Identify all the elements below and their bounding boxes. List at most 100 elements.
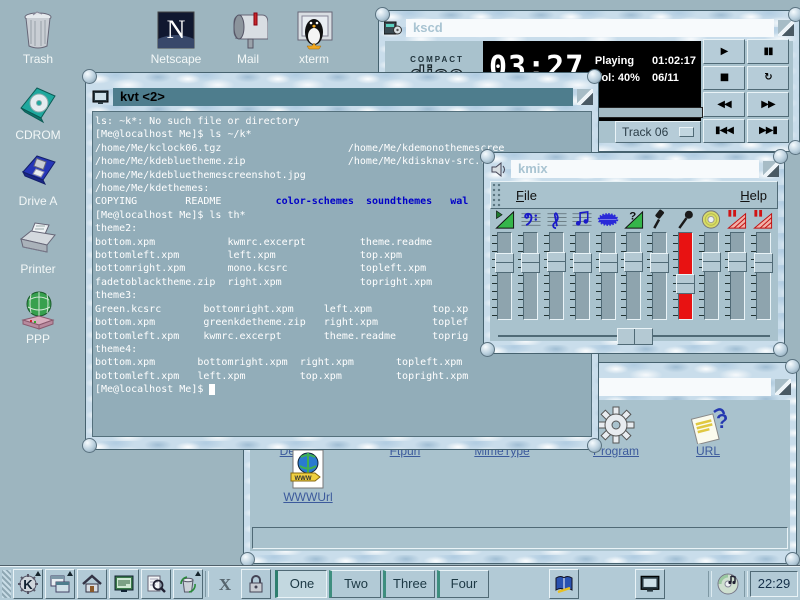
slider-handle[interactable] — [676, 274, 695, 294]
menu-arrow — [67, 571, 73, 576]
applications-button[interactable] — [109, 569, 139, 599]
slider-handle[interactable] — [495, 253, 514, 273]
balance-handle[interactable] — [617, 328, 653, 345]
kscd-title: kscd — [406, 19, 774, 37]
slider-handle[interactable] — [521, 253, 540, 273]
menu-file[interactable]: File — [506, 188, 547, 203]
pager-button-one[interactable]: One — [275, 570, 327, 598]
desktop-icon-mail[interactable]: Mail — [210, 10, 286, 66]
desktop-icon-ppp[interactable]: PPP — [0, 290, 76, 346]
volume-slider[interactable] — [678, 232, 693, 320]
terminal-icon — [640, 575, 660, 593]
mixer-channel: ? — [621, 209, 647, 321]
menubar-drag-handle[interactable] — [492, 183, 502, 207]
pager-button-three[interactable]: Three — [383, 570, 435, 598]
unknown-icon[interactable]: ? — [623, 209, 645, 230]
desktop-icon-netscape[interactable]: N Netscape — [138, 10, 214, 66]
rewind-button[interactable]: ◀◀ — [703, 92, 745, 117]
kfm-item-url[interactable]: ? URL — [668, 406, 748, 458]
pause-button[interactable]: ▮▮ — [747, 39, 789, 64]
find-icon — [145, 574, 167, 594]
terminal-icon — [91, 89, 109, 105]
desktop-icon-label: Netscape — [138, 52, 214, 66]
desktop-icon-drive-a[interactable]: Drive A — [0, 152, 76, 208]
terminal-line: bottom.xpm bottomright.xpm right.xpm top… — [95, 356, 589, 369]
plug-icon[interactable] — [649, 209, 671, 230]
kvt-titlebar[interactable]: kvt <2> — [86, 86, 598, 108]
svg-text:?: ? — [629, 211, 636, 223]
kvt-title: kvt <2> — [113, 88, 573, 106]
svg-text:N: N — [167, 15, 186, 44]
slider-handle[interactable] — [547, 252, 566, 272]
help-button[interactable] — [549, 569, 579, 599]
play-button[interactable]: ▶ — [703, 39, 745, 64]
volume-slider[interactable] — [575, 232, 590, 320]
synth-icon[interactable] — [597, 209, 619, 230]
treble-clef-icon[interactable] — [546, 209, 568, 230]
muted-icon[interactable] — [726, 209, 748, 230]
desktop-icon-label: PPP — [0, 332, 76, 346]
slider-handle[interactable] — [624, 252, 643, 272]
volume-slider[interactable] — [497, 232, 512, 320]
kscd-transport-buttons: ▶▮▮■↻◀◀▶▶▮◀◀▶▶▮ — [703, 39, 789, 143]
volume-slider[interactable] — [626, 232, 641, 320]
desktop-icon-xterm[interactable]: xterm — [276, 10, 352, 66]
pager-button-two[interactable]: Two — [329, 570, 381, 598]
bass-clef-icon[interactable] — [520, 209, 542, 230]
slider-handle[interactable] — [702, 252, 721, 272]
track-selector[interactable]: Track 06 — [615, 121, 701, 143]
kfm-item-wwwurl[interactable]: WWW WWWUrl — [268, 452, 348, 504]
stop-button[interactable]: ■ — [703, 66, 745, 91]
volume-slider[interactable] — [730, 232, 745, 320]
volume-slider[interactable] — [523, 232, 538, 320]
muted-icon[interactable] — [752, 209, 774, 230]
window-grip-button[interactable] — [577, 89, 593, 105]
slider-handle[interactable] — [573, 253, 592, 273]
find-button[interactable] — [141, 569, 171, 599]
taskbar: K X OneTwoThreeFour — [0, 566, 800, 600]
window-list-button[interactable] — [45, 569, 75, 599]
volume-slider[interactable] — [756, 232, 771, 320]
lcd-status: Playing — [595, 55, 640, 67]
menu-help[interactable]: Help — [730, 188, 777, 203]
forward-button[interactable]: ▶▶ — [747, 92, 789, 117]
home-button[interactable] — [77, 569, 107, 599]
window-grip-button[interactable] — [775, 379, 791, 395]
slider-handle[interactable] — [650, 253, 669, 273]
terminal-line: [Me@localhost Me]$ ls ~/k* — [95, 128, 589, 141]
kmix-titlebar[interactable]: kmix — [484, 158, 784, 180]
window-grip-button[interactable] — [778, 20, 794, 36]
kscd-dock-icon[interactable] — [714, 570, 742, 598]
window-list-icon — [49, 574, 71, 594]
panel-hide-button[interactable] — [2, 570, 11, 598]
cd-icon[interactable] — [700, 209, 722, 230]
volume-slider[interactable] — [652, 232, 667, 320]
mixer-channel — [595, 209, 621, 321]
track-selector-latch — [679, 127, 694, 137]
cdrom-icon — [0, 86, 76, 126]
slider-handle[interactable] — [599, 253, 618, 273]
desktop-icon-label: xterm — [276, 52, 352, 66]
kvt-taskbar-button[interactable] — [635, 569, 665, 599]
volume-icon[interactable] — [494, 209, 516, 230]
prev-track-button[interactable]: ▮◀◀ — [703, 119, 745, 144]
lock-screen-button[interactable] — [241, 569, 271, 599]
volume-slider[interactable] — [601, 232, 616, 320]
trash-menu-button[interactable] — [173, 569, 203, 599]
kscd-titlebar[interactable]: kscd — [379, 17, 799, 39]
loop-button[interactable]: ↻ — [747, 66, 789, 91]
slider-handle[interactable] — [728, 252, 747, 272]
kmenu-button[interactable]: K — [13, 569, 43, 599]
next-track-button[interactable]: ▶▶▮ — [747, 119, 789, 144]
desktop-icon-cdrom[interactable]: CDROM — [0, 86, 76, 142]
volume-slider[interactable] — [704, 232, 719, 320]
desktop-icon-printer[interactable]: Printer — [0, 220, 76, 276]
balance-slider[interactable] — [498, 327, 770, 345]
microphone-icon[interactable] — [675, 209, 697, 230]
notes-icon[interactable] — [571, 209, 593, 230]
pager-button-four[interactable]: Four — [437, 570, 489, 598]
desktop-icon-trash[interactable]: Trash — [0, 10, 76, 66]
xkill-button[interactable]: X — [211, 570, 239, 598]
slider-handle[interactable] — [754, 253, 773, 273]
volume-slider[interactable] — [549, 232, 564, 320]
